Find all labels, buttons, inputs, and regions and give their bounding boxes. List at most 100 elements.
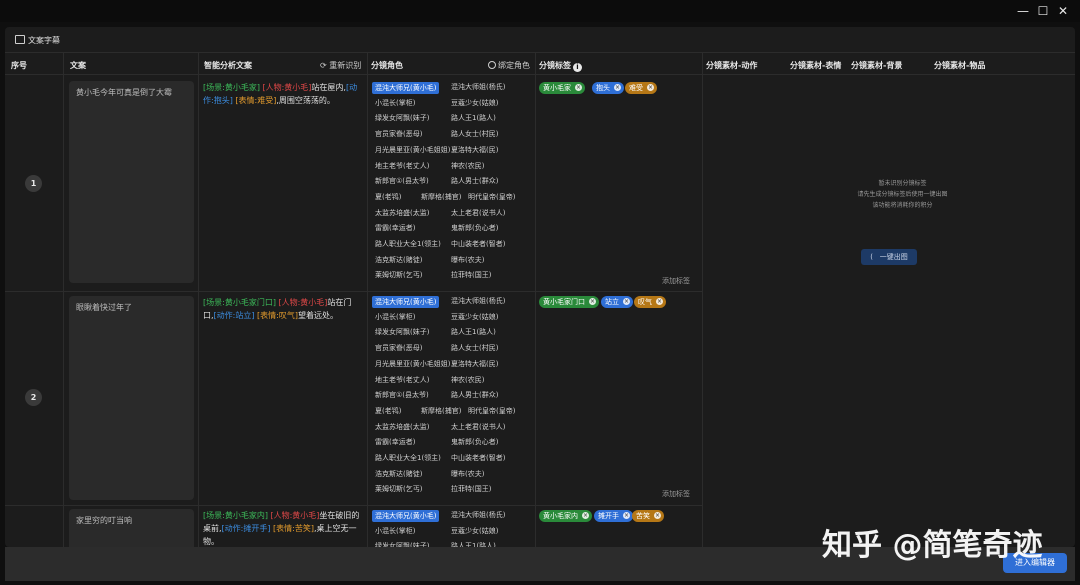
tag-list: 黄小毛家内 × 摊开手 × 苦笑 × bbox=[539, 510, 699, 525]
role-option[interactable]: 混沌大师姐(杨氏) bbox=[451, 510, 505, 520]
role-option[interactable]: 路人职业大全1(领主) bbox=[375, 453, 441, 463]
role-option[interactable]: 新郎官①(县太爷) bbox=[375, 390, 429, 400]
role-option[interactable]: 官员家眷(恶母) bbox=[375, 343, 422, 353]
role-option[interactable]: 路人王1(路人) bbox=[451, 113, 496, 123]
analysis-text[interactable]: [场景:黄小毛家内] [人物:黄小毛]坐在破旧的桌前,[动作:摊开手] [表情:… bbox=[203, 509, 361, 547]
add-tag-button[interactable]: 添加标签 bbox=[662, 276, 690, 286]
remove-tag-icon[interactable]: × bbox=[623, 298, 630, 305]
role-option[interactable]: 路人女士(村民) bbox=[451, 343, 498, 353]
role-option[interactable]: 月光晨里亚(黄小毛姐姐) bbox=[375, 145, 450, 155]
role-option[interactable]: 绿发女阿飘(妹子) bbox=[375, 327, 429, 337]
role-option[interactable]: 小混长(掌柜) bbox=[375, 526, 415, 536]
tag-chip[interactable]: 难受 × bbox=[625, 82, 657, 94]
role-option[interactable]: 莱姆切斯(乞丐) bbox=[375, 270, 422, 280]
role-option[interactable]: 混沌大师兄(黄小毛) bbox=[372, 82, 440, 94]
tag-chip[interactable]: 抱头 × bbox=[592, 82, 624, 94]
role-option[interactable]: 路人职业大全1(领主) bbox=[375, 239, 441, 249]
role-option[interactable]: 路人王1(路人) bbox=[451, 327, 496, 337]
role-option[interactable]: 雷霸(幸运者) bbox=[375, 437, 415, 447]
tag-chip[interactable]: 叹气 × bbox=[634, 296, 666, 308]
role-option[interactable]: 夏(老鸨) bbox=[375, 192, 401, 202]
analysis-tail: ,周围空荡荡的。 bbox=[276, 96, 335, 105]
text-input[interactable]: 眼瞅着快过年了 bbox=[69, 296, 194, 500]
minimize-icon[interactable]: — bbox=[1015, 3, 1031, 19]
role-option[interactable]: 鬼新郎(负心者) bbox=[451, 437, 498, 447]
remove-tag-icon[interactable]: × bbox=[575, 84, 582, 91]
role-option[interactable]: 神农(农民) bbox=[451, 161, 484, 171]
remove-tag-icon[interactable]: × bbox=[614, 84, 621, 91]
generate-images-button[interactable]: ( 一键出图 bbox=[861, 249, 917, 265]
empty-line-3: 该功能将消耗你的积分 bbox=[872, 202, 933, 209]
remove-tag-icon[interactable]: × bbox=[647, 84, 654, 91]
panel-title-text: 文案字幕 bbox=[28, 36, 60, 45]
role-option[interactable]: 太上老君(说书人) bbox=[451, 208, 505, 218]
role-option[interactable]: 地主老爷(老丈人) bbox=[375, 161, 429, 171]
reanalyze-button[interactable]: ⟳ 重新识别 bbox=[320, 60, 361, 71]
role-option[interactable]: 中山装老者(智者) bbox=[451, 453, 505, 463]
tag-chip[interactable]: 苦笑 × bbox=[632, 510, 664, 522]
role-option[interactable]: 莱姆切斯(乞丐) bbox=[375, 484, 422, 494]
role-option[interactable]: 小混长(掌柜) bbox=[375, 98, 415, 108]
role-option[interactable]: 地主老爷(老丈人) bbox=[375, 375, 429, 385]
remove-tag-icon[interactable]: × bbox=[654, 512, 661, 519]
role-option[interactable]: 曝布(农夫) bbox=[451, 255, 484, 265]
role-option[interactable]: 混沌大师兄(黄小毛) bbox=[372, 296, 440, 308]
scene-token: [场景:黄小毛家内] bbox=[203, 511, 268, 520]
add-tag-button[interactable]: 添加标签 bbox=[662, 489, 690, 499]
role-option[interactable]: 混沌大师姐(杨氏) bbox=[451, 296, 505, 306]
tag-chip[interactable]: 黄小毛家 × bbox=[539, 82, 585, 94]
role-option[interactable]: 中山装老者(智者) bbox=[451, 239, 505, 249]
analysis-text[interactable]: [场景:黄小毛家门口] [人物:黄小毛]站在门口,[动作:站立] [表情:叹气]… bbox=[203, 296, 361, 322]
role-option[interactable]: 路人女士(村民) bbox=[451, 129, 498, 139]
role-option[interactable]: 雷霸(幸运者) bbox=[375, 223, 415, 233]
role-option[interactable]: 太监苏培盛(太监) bbox=[375, 422, 429, 432]
role-option[interactable]: 夏洛特大福(民) bbox=[451, 359, 498, 369]
bind-role-button[interactable]: 绑定角色 bbox=[488, 60, 530, 71]
role-option[interactable]: 月光晨里亚(黄小毛姐姐) bbox=[375, 359, 450, 369]
role-option[interactable]: 豆蔻少女(姑娘) bbox=[451, 312, 498, 322]
role-option[interactable]: 混沌大师兄(黄小毛) bbox=[372, 510, 440, 522]
role-option[interactable]: 豆蔻少女(姑娘) bbox=[451, 526, 498, 536]
role-option[interactable]: 神农(农民) bbox=[451, 375, 484, 385]
tag-chip[interactable]: 摊开手 × bbox=[594, 510, 633, 522]
role-option[interactable]: 绿发女阿飘(妹子) bbox=[375, 113, 429, 123]
role-option[interactable]: 斯摩格(捕官) bbox=[421, 406, 461, 416]
text-input[interactable]: 家里穷的叮当响 bbox=[69, 509, 194, 547]
role-option[interactable]: 拉菲特(国王) bbox=[451, 484, 491, 494]
col-tags-label: 分镜标签 bbox=[539, 61, 571, 70]
role-option[interactable]: 斯摩格(捕官) bbox=[421, 192, 461, 202]
maximize-icon[interactable]: ☐ bbox=[1035, 3, 1051, 19]
role-option[interactable]: 明代皇帝(皇帝) bbox=[468, 192, 515, 202]
role-option[interactable]: 新郎官①(县太爷) bbox=[375, 176, 429, 186]
person-token: [人物:黄小毛] bbox=[270, 511, 320, 520]
remove-tag-icon[interactable]: × bbox=[589, 298, 596, 305]
role-option[interactable]: 夏(老鸨) bbox=[375, 406, 401, 416]
role-option[interactable]: 路人男士(群众) bbox=[451, 176, 498, 186]
role-option[interactable]: 鬼新郎(负心者) bbox=[451, 223, 498, 233]
role-option[interactable]: 小混长(掌柜) bbox=[375, 312, 415, 322]
role-option[interactable]: 混沌大师姐(杨氏) bbox=[451, 82, 505, 92]
role-option[interactable]: 豆蔻少女(姑娘) bbox=[451, 98, 498, 108]
role-option[interactable]: 官员家眷(恶母) bbox=[375, 129, 422, 139]
role-option[interactable]: 浩克斯达(赌徒) bbox=[375, 255, 422, 265]
tag-chip[interactable]: 黄小毛家内 × bbox=[539, 510, 592, 522]
role-option[interactable]: 路人男士(群众) bbox=[451, 390, 498, 400]
panel-header: 文案字幕 bbox=[5, 27, 1075, 53]
role-option[interactable]: 拉菲特(国王) bbox=[451, 270, 491, 280]
remove-tag-icon[interactable]: × bbox=[656, 298, 663, 305]
col-index: 序号 bbox=[11, 61, 27, 70]
role-option[interactable]: 明代皇帝(皇帝) bbox=[468, 406, 515, 416]
remove-tag-icon[interactable]: × bbox=[623, 512, 630, 519]
analysis-text[interactable]: [场景:黄小毛家] [人物:黄小毛]站在屋内,[动作:抱头] [表情:难受],周… bbox=[203, 81, 361, 107]
close-icon[interactable]: ✕ bbox=[1055, 3, 1071, 19]
role-option[interactable]: 夏洛特大福(民) bbox=[451, 145, 498, 155]
tag-chip[interactable]: 黄小毛家门口 × bbox=[539, 296, 599, 308]
role-option[interactable]: 曝布(农夫) bbox=[451, 469, 484, 479]
text-input[interactable]: 黄小毛今年可真是倒了大霉 bbox=[69, 81, 194, 283]
role-option[interactable]: 太上老君(说书人) bbox=[451, 422, 505, 432]
info-icon[interactable]: i bbox=[573, 63, 582, 72]
role-option[interactable]: 太监苏培盛(太监) bbox=[375, 208, 429, 218]
role-option[interactable]: 浩克斯达(赌徒) bbox=[375, 469, 422, 479]
remove-tag-icon[interactable]: × bbox=[582, 512, 589, 519]
tag-chip[interactable]: 站立 × bbox=[601, 296, 633, 308]
